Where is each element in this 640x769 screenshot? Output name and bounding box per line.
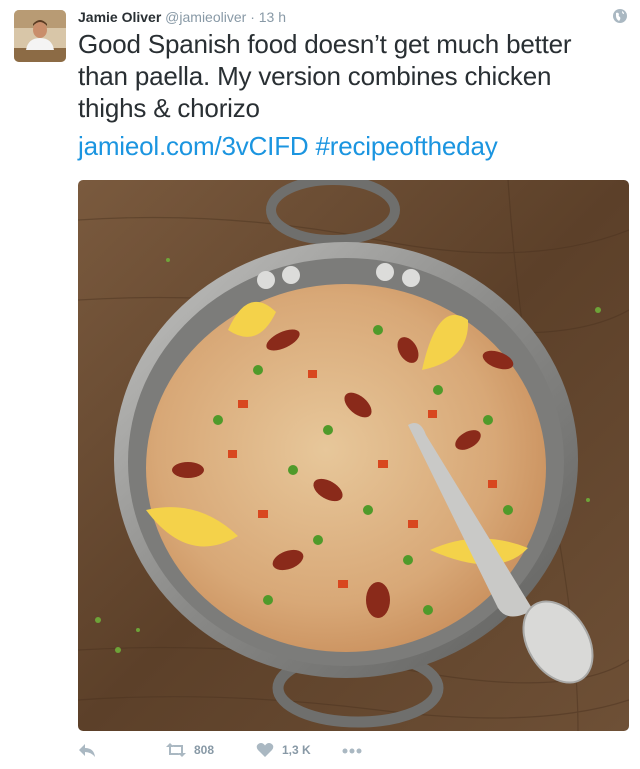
avatar-image <box>14 10 66 62</box>
heart-icon <box>256 743 274 757</box>
author-name[interactable]: Jamie Oliver <box>78 9 161 25</box>
tweet-timestamp[interactable]: 13 h <box>259 9 286 25</box>
retweet-icon <box>166 743 186 757</box>
tweet-link[interactable]: jamieol.com/3vCIFD <box>78 131 309 161</box>
more-icon <box>342 748 362 754</box>
paella-photo <box>78 180 629 731</box>
tweet-body: Good Spanish food doesn’t get much bette… <box>78 29 572 123</box>
tweet-text: Good Spanish food doesn’t get much bette… <box>78 28 618 162</box>
avatar[interactable] <box>14 10 66 62</box>
like-button[interactable]: 1,3 K <box>256 742 311 758</box>
tweet-hashtag[interactable]: #recipeoftheday <box>315 131 497 161</box>
globe-icon <box>613 9 627 23</box>
retweet-count: 808 <box>194 743 215 757</box>
reply-button[interactable] <box>78 742 96 758</box>
tweet-photo[interactable] <box>78 180 629 731</box>
separator-dot: · <box>250 9 255 25</box>
author-handle[interactable]: @jamieoliver <box>165 9 246 25</box>
more-button[interactable] <box>342 748 362 754</box>
retweet-button[interactable]: 808 <box>166 742 214 758</box>
tweet-header: Jamie Oliver @jamieoliver · 13 h <box>78 8 286 26</box>
reply-icon <box>79 744 95 757</box>
like-count: 1,3 K <box>282 743 311 757</box>
tweet-actions: 808 1,3 K <box>78 742 618 764</box>
